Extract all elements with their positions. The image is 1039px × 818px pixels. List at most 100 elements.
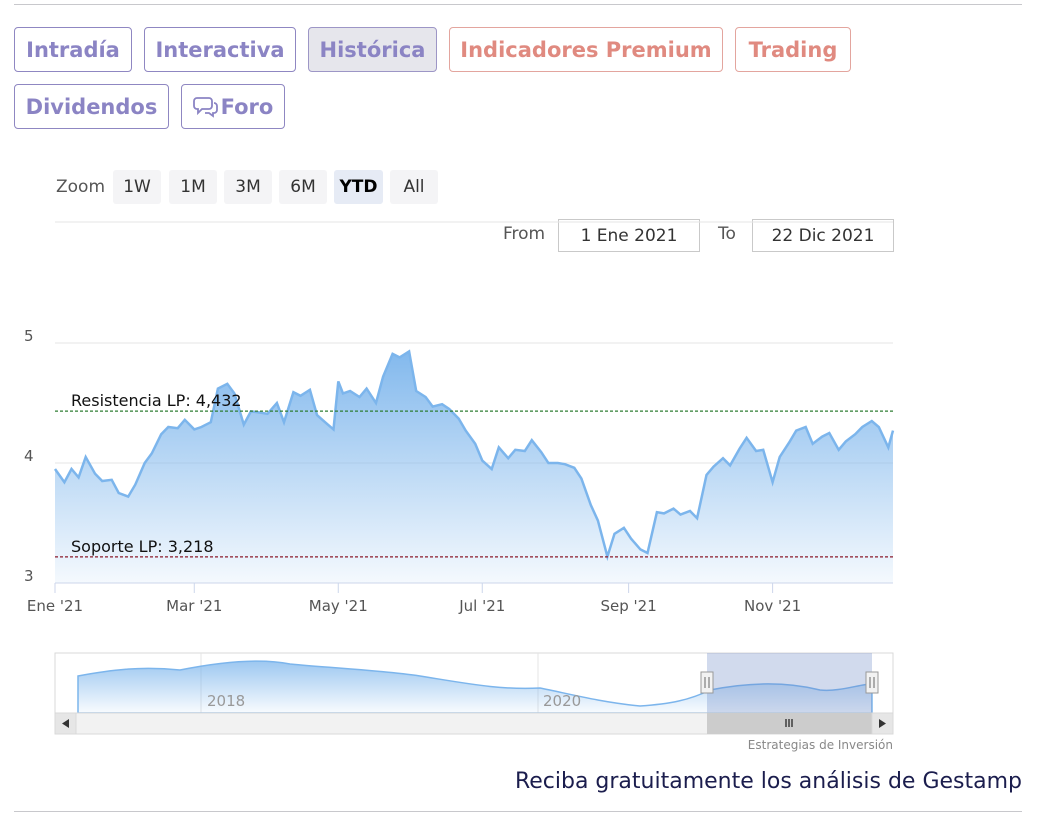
y-tick-label: 3: [24, 567, 34, 585]
data-point: [722, 457, 724, 459]
data-point: [458, 417, 460, 419]
data-point: [481, 459, 483, 461]
data-point: [514, 449, 516, 451]
scroll-right-button[interactable]: [871, 712, 894, 735]
tab-trading[interactable]: Trading: [735, 27, 851, 72]
tab-historica[interactable]: Histórica: [308, 27, 437, 72]
zoom-1w-button[interactable]: 1W: [113, 170, 161, 204]
data-point: [276, 402, 278, 404]
data-point: [250, 410, 252, 412]
data-point: [210, 421, 212, 423]
data-point: [639, 548, 641, 550]
data-point: [812, 443, 814, 445]
data-point: [151, 452, 153, 454]
data-point: [309, 389, 311, 391]
footer-cta-text[interactable]: Reciba gratuitamente los análisis de Ges…: [515, 769, 1022, 794]
data-point: [63, 481, 65, 483]
data-point: [689, 510, 691, 512]
data-point: [474, 443, 476, 445]
data-point: [382, 375, 384, 377]
data-point: [557, 462, 559, 464]
scroll-left-button[interactable]: [54, 712, 77, 735]
data-point: [821, 435, 823, 437]
data-point: [70, 468, 72, 470]
data-point: [408, 350, 410, 352]
data-point: [465, 429, 467, 431]
tab-indicadores-premium[interactable]: Indicadores Premium: [449, 27, 723, 72]
data-point: [623, 527, 625, 529]
data-point: [325, 422, 327, 424]
data-point: [101, 480, 103, 482]
data-point: [779, 456, 781, 458]
y-tick-label: 5: [24, 327, 34, 345]
data-point: [679, 513, 681, 515]
annotation-label: Soporte LP: 3,218: [71, 537, 214, 556]
tab-foro[interactable]: Foro: [181, 84, 285, 129]
data-point: [755, 450, 757, 452]
data-point: [118, 492, 120, 494]
data-point: [424, 396, 426, 398]
zoom-1m-button[interactable]: 1M: [169, 170, 217, 204]
chart-credit: Estrategias de Inversión: [748, 738, 893, 752]
x-tick-label: Mar '21: [166, 597, 222, 615]
x-tick-label: Ene '21: [27, 597, 83, 615]
data-point: [788, 441, 790, 443]
range-from-input[interactable]: 1 Ene 2021: [558, 219, 700, 252]
data-point: [547, 462, 549, 464]
arrow-right-icon: [879, 719, 886, 728]
data-point: [498, 446, 500, 448]
data-point: [365, 387, 367, 389]
range-from-label: From: [503, 224, 546, 244]
data-point: [531, 439, 533, 441]
data-point: [564, 463, 566, 465]
x-tick-label: Jul '21: [458, 597, 505, 615]
zoom-6m-button[interactable]: 6M: [279, 170, 327, 204]
tab-dividendos[interactable]: Dividendos: [14, 84, 169, 129]
data-point: [226, 383, 228, 385]
navigator-scrollbar[interactable]: [54, 712, 894, 735]
y-tick-label: 4: [24, 447, 34, 465]
data-point: [861, 426, 863, 428]
tab-foro-label: Foro: [220, 94, 274, 119]
data-point: [491, 468, 493, 470]
price-area: [55, 351, 893, 583]
data-point: [193, 428, 195, 430]
data-point: [266, 413, 268, 415]
data-point: [200, 426, 202, 428]
data-point: [167, 426, 169, 428]
data-point: [316, 414, 318, 416]
annotation-label: Resistencia LP: 4,432: [71, 391, 242, 410]
navigator-right-handle[interactable]: [865, 671, 879, 694]
data-point: [432, 405, 434, 407]
range-to-input[interactable]: 22 Dic 2021: [752, 219, 894, 252]
tab-intradia[interactable]: Intradía: [14, 27, 132, 72]
data-point: [441, 403, 443, 405]
zoom-all-button[interactable]: All: [390, 170, 438, 204]
navigator-left-handle[interactable]: [700, 671, 714, 694]
data-point: [337, 380, 339, 382]
x-tick-label: Sep '21: [600, 597, 656, 615]
data-point: [656, 511, 658, 513]
data-point: [233, 392, 235, 394]
tab-interactiva[interactable]: Interactiva: [144, 27, 296, 72]
navigator-selection[interactable]: [707, 653, 872, 713]
data-point: [590, 504, 592, 506]
data-point: [160, 433, 162, 435]
data-point: [391, 353, 393, 355]
data-point: [705, 474, 707, 476]
data-point: [524, 450, 526, 452]
data-point: [94, 473, 96, 475]
x-tick-label: May '21: [309, 597, 368, 615]
zoom-3m-button[interactable]: 3M: [224, 170, 272, 204]
data-point: [762, 449, 764, 451]
scrollbar-thumb[interactable]: [707, 713, 872, 734]
data-point: [845, 440, 847, 442]
zoom-ytd-button[interactable]: YTD: [334, 170, 383, 204]
data-point: [573, 467, 575, 469]
data-point: [646, 552, 648, 554]
data-point: [54, 468, 56, 470]
data-point: [745, 437, 747, 439]
data-point: [77, 476, 79, 478]
data-point: [292, 391, 294, 393]
data-point: [283, 421, 285, 423]
